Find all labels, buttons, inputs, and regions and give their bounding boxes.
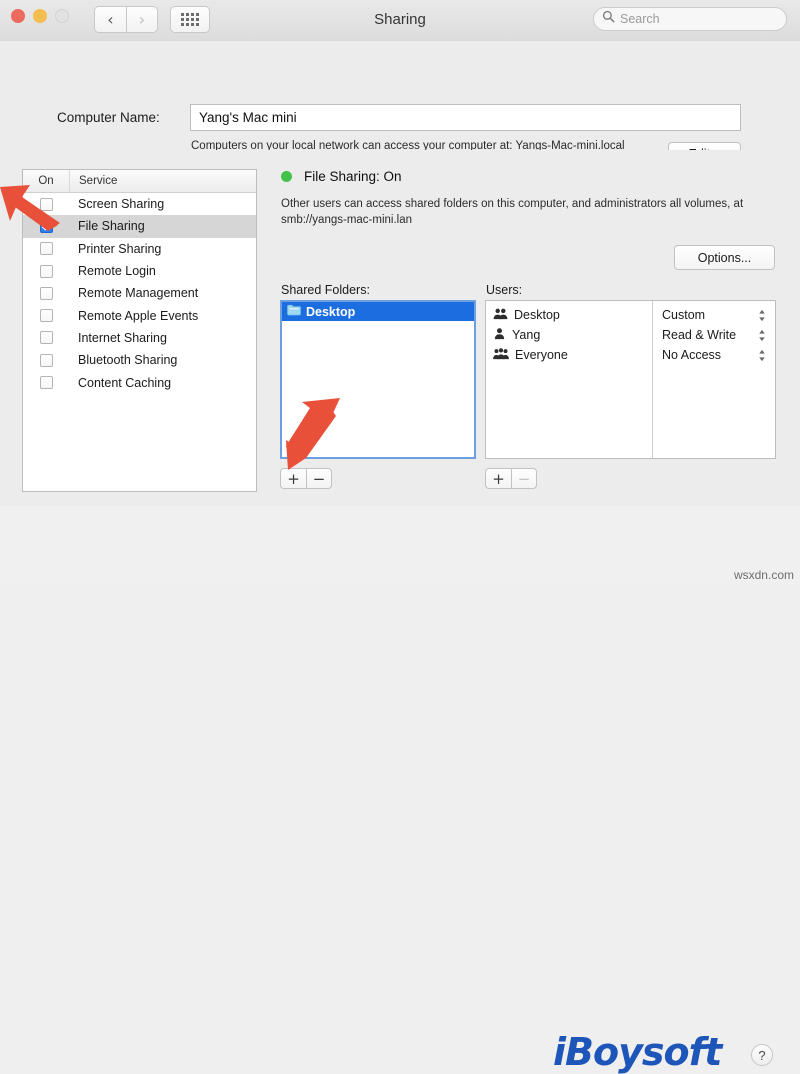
service-row[interactable]: Remote Management xyxy=(23,282,256,304)
service-checkbox-cell xyxy=(23,219,69,233)
footer-area: iBoysoft ? wsxdn.com xyxy=(0,506,800,1074)
chevron-updown-icon xyxy=(758,349,766,362)
search-input[interactable]: Search xyxy=(593,7,787,31)
computer-name-section: Computer Name: Yang's Mac mini Computers… xyxy=(0,41,800,166)
permission-value: Read & Write xyxy=(662,328,737,342)
shared-folder-rows: Desktop xyxy=(282,302,474,321)
service-checkbox-cell xyxy=(23,309,69,323)
service-checkbox-cell xyxy=(23,242,69,256)
shared-folder-name: Desktop xyxy=(306,304,356,319)
service-name: Remote Apple Events xyxy=(78,308,199,323)
service-checkbox-cell xyxy=(23,353,69,367)
services-list[interactable]: On Service Screen Sharing File Sharing Pri… xyxy=(22,169,257,492)
two-people-icon xyxy=(493,307,508,323)
user-row[interactable]: Desktop xyxy=(486,305,652,325)
checkbox-icon[interactable] xyxy=(39,353,53,367)
search-icon xyxy=(602,10,615,28)
permission-dropdown[interactable]: Custom xyxy=(653,305,775,325)
service-row[interactable]: Screen Sharing xyxy=(23,193,256,215)
permission-dropdown[interactable]: Read & Write xyxy=(653,325,775,345)
column-header-service: Service xyxy=(69,170,256,192)
user-name: Desktop xyxy=(514,308,560,322)
checkbox-icon[interactable] xyxy=(39,331,53,345)
shared-folder-row[interactable]: Desktop xyxy=(282,302,474,321)
computer-name-label: Computer Name: xyxy=(57,110,160,125)
service-name: Remote Login xyxy=(78,264,156,279)
add-shared-folder-button[interactable]: + xyxy=(280,468,306,489)
chevron-updown-icon xyxy=(758,329,766,342)
user-row[interactable]: Yang xyxy=(486,325,652,345)
options-button[interactable]: Options... xyxy=(674,245,775,270)
service-name: Internet Sharing xyxy=(78,330,167,345)
permission-dropdown[interactable]: No Access xyxy=(653,345,775,365)
content-area: On Service Screen Sharing File Sharing Pri… xyxy=(0,150,800,507)
service-name: File Sharing xyxy=(78,219,145,234)
iboysoft-logo: iBoysoft xyxy=(553,1030,722,1074)
title-bar: ‹ › Sharing Search xyxy=(0,0,800,42)
folder-icon xyxy=(287,304,301,319)
shared-folders-list[interactable]: Desktop xyxy=(280,300,476,459)
user-permission-column: Custom Read & Write No Access xyxy=(653,301,775,458)
service-name: Bluetooth Sharing xyxy=(78,353,178,368)
single-person-icon xyxy=(493,327,506,343)
add-user-button[interactable]: + xyxy=(485,468,511,489)
permission-value: No Access xyxy=(662,348,722,362)
service-checkbox-cell xyxy=(23,376,69,390)
watermark: wsxdn.com xyxy=(733,568,794,582)
checkbox-icon[interactable] xyxy=(39,286,53,300)
user-name: Yang xyxy=(512,328,541,342)
file-sharing-status: File Sharing: On xyxy=(281,169,402,184)
service-row[interactable]: File Sharing xyxy=(23,215,256,238)
service-checkbox-cell xyxy=(23,286,69,300)
chevron-updown-icon xyxy=(758,309,766,322)
service-row[interactable]: Remote Apple Events xyxy=(23,304,256,326)
status-indicator-icon xyxy=(281,171,292,182)
service-row[interactable]: Bluetooth Sharing xyxy=(23,349,256,371)
checkbox-icon[interactable] xyxy=(39,264,53,278)
permission-value: Custom xyxy=(662,308,706,322)
service-row[interactable]: Internet Sharing xyxy=(23,327,256,349)
status-text: File Sharing: On xyxy=(304,169,402,184)
service-checkbox-cell xyxy=(23,264,69,278)
column-header-on: On xyxy=(38,175,54,187)
services-rows: Screen Sharing File Sharing Printer Sharin… xyxy=(23,193,256,394)
file-sharing-description: Other users can access shared folders on… xyxy=(281,198,744,226)
remove-shared-folder-button[interactable]: − xyxy=(306,468,332,489)
shared-folders-label: Shared Folders: xyxy=(281,283,370,297)
shared-folders-buttons: + − xyxy=(280,468,332,489)
service-row[interactable]: Printer Sharing xyxy=(23,238,256,260)
service-name: Remote Management xyxy=(78,286,199,301)
users-buttons: + − xyxy=(485,468,537,489)
computer-name-field[interactable]: Yang's Mac mini xyxy=(190,104,741,131)
user-name-column: Desktop Yang Everyone xyxy=(486,301,653,458)
service-row[interactable]: Content Caching xyxy=(23,371,256,393)
checkbox-icon[interactable] xyxy=(39,242,53,256)
service-checkbox-cell xyxy=(23,331,69,345)
user-name: Everyone xyxy=(515,348,568,362)
checkbox-checked-icon[interactable] xyxy=(39,219,53,233)
sharing-preferences-window: ‹ › Sharing Search Computer Name: Yang's… xyxy=(0,0,800,1074)
user-row[interactable]: Everyone xyxy=(486,345,652,365)
remove-user-button: − xyxy=(511,468,537,489)
service-row[interactable]: Remote Login xyxy=(23,260,256,282)
checkbox-icon[interactable] xyxy=(39,376,53,390)
service-name: Content Caching xyxy=(78,375,172,390)
help-button[interactable]: ? xyxy=(751,1044,773,1066)
checkbox-icon[interactable] xyxy=(39,197,53,211)
search-placeholder: Search xyxy=(620,12,660,26)
group-people-icon xyxy=(493,347,509,363)
users-list[interactable]: Desktop Yang Everyone Custom Read & Write No… xyxy=(485,300,776,459)
users-label: Users: xyxy=(486,283,523,297)
service-name: Printer Sharing xyxy=(78,241,162,256)
checkbox-icon[interactable] xyxy=(39,309,53,323)
services-header: On Service xyxy=(23,170,256,193)
service-name: Screen Sharing xyxy=(78,197,165,212)
service-checkbox-cell xyxy=(23,197,69,211)
